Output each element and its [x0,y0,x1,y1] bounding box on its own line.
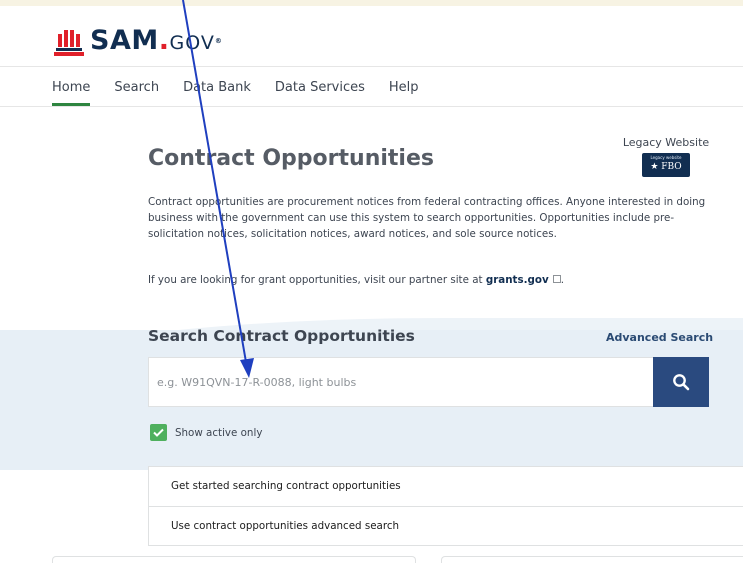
search-section-title: Search Contract Opportunities [148,327,415,345]
page-description: Contract opportunities are procurement n… [148,196,706,240]
grant-note-prefix: If you are looking for grant opportuniti… [148,274,486,286]
nav-item-help[interactable]: Help [389,80,419,106]
advanced-search-link[interactable]: Advanced Search [606,331,713,344]
nav-item-data-bank[interactable]: Data Bank [183,80,251,106]
main-nav: Home Search Data Bank Data Services Help [52,80,443,106]
show-active-only-checkbox[interactable] [150,424,167,441]
get-started-link[interactable]: Get started searching contract opportuni… [149,467,743,506]
capitol-flag-logo-icon [54,30,84,56]
show-active-only-toggle[interactable]: Show active only [150,424,262,441]
sam-gov-logo[interactable]: SAM.GOV® [52,18,222,58]
advanced-search-help-link[interactable]: Use contract opportunities advanced sear… [149,506,743,545]
fbo-badge-caption: Legacy website [650,155,682,160]
legacy-website-link[interactable]: Legacy Website Legacy website ★ FBO [620,136,712,181]
brand-suffix: GOV [169,32,215,54]
search-icon [673,374,690,391]
brand-name: SAM [90,25,159,56]
bottom-card-left [52,556,416,563]
nav-divider [0,106,743,107]
fbo-badge[interactable]: Legacy website ★ FBO [642,153,690,177]
grant-note: If you are looking for grant opportuniti… [148,274,708,286]
show-active-only-label: Show active only [175,426,263,439]
brand-registered-mark: ® [214,37,223,45]
header-divider [0,66,743,67]
fbo-badge-text: ★ FBO [650,162,682,172]
search-button[interactable] [653,357,709,407]
legacy-website-label: Legacy Website [622,136,710,149]
help-links-panel: Get started searching contract opportuni… [148,466,743,546]
page-title: Contract Opportunities [148,146,434,171]
nav-item-home[interactable]: Home [52,80,91,106]
external-link-icon [552,275,561,283]
grant-note-suffix: . [560,274,564,286]
grants-gov-link[interactable]: grants.gov [486,274,549,286]
check-icon [153,428,164,437]
bottom-card-right [441,556,743,563]
nav-item-search[interactable]: Search [114,80,159,106]
brand-wordmark: SAM.GOV® [90,26,222,58]
brand-dot: . [158,25,170,56]
nav-item-data-services[interactable]: Data Services [275,80,365,106]
search-input[interactable] [148,357,653,407]
top-band [0,0,743,6]
